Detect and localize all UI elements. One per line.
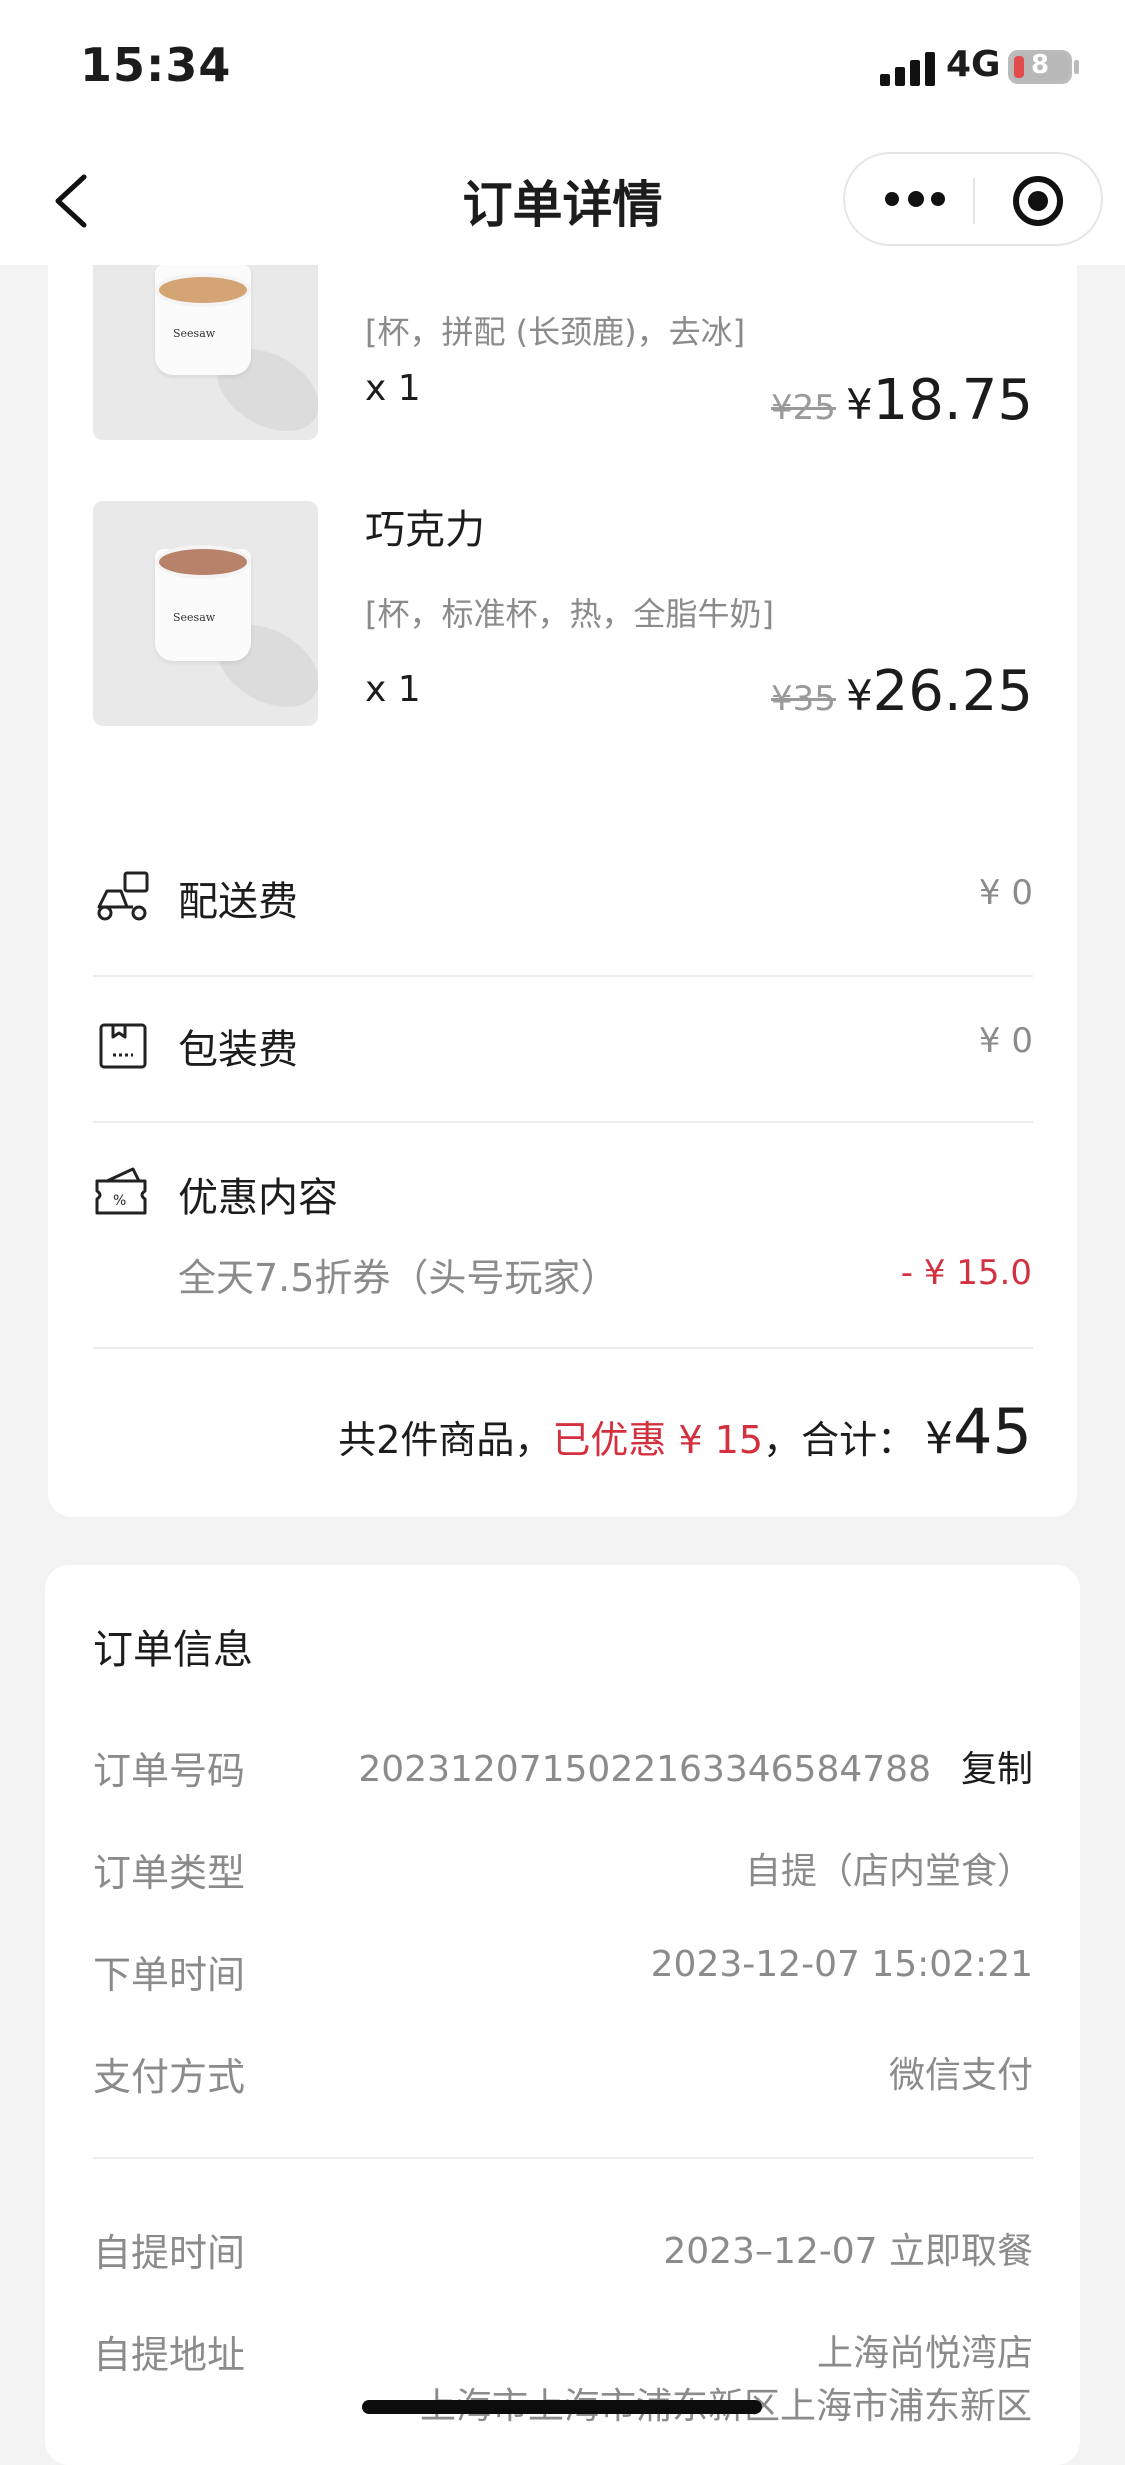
delivery-fee-label: 配送费 xyxy=(178,879,298,925)
product-spec: [杯，拼配 (长颈鹿)，去冰] xyxy=(365,313,746,351)
nav-bar: 订单详情 xyxy=(0,135,1125,265)
total-amount: 45 xyxy=(953,1395,1032,1468)
payment-method: 微信支付 xyxy=(888,2055,1033,2096)
copy-button[interactable]: 复制 xyxy=(961,1749,1033,1790)
product-name: 巧克力 xyxy=(365,507,485,553)
network-label: 4G xyxy=(946,44,1001,85)
more-icon[interactable] xyxy=(885,191,945,208)
section-title: 订单信息 xyxy=(93,1627,253,1673)
product-item: Seesaw [杯，拼配 (长颈鹿)，去冰] x 1 ¥25 ¥18.75 xyxy=(93,265,1033,490)
discount-description: 全天7.5折券（头号玩家） xyxy=(178,1256,619,1300)
packaging-fee-value: ¥ 0 xyxy=(978,1021,1033,1061)
home-indicator[interactable] xyxy=(362,2400,762,2414)
product-qty: x 1 xyxy=(365,669,421,710)
order-type-row: 订单类型 自提（店内堂食） xyxy=(93,1842,1033,1902)
delivery-fee-value: ¥ 0 xyxy=(978,873,1033,913)
product-price: ¥35 ¥26.25 xyxy=(771,659,1033,724)
product-price: ¥25 ¥18.75 xyxy=(771,368,1033,433)
order-type: 自提（店内堂食） xyxy=(744,1851,1033,1892)
pickup-time-row: 自提时间 2023–12-07 立即取餐 xyxy=(93,2222,1033,2282)
svg-text:%: % xyxy=(113,1193,126,1209)
order-info-card: 订单信息 订单号码 202312071502216334658478​8 复制 订… xyxy=(45,1565,1080,2465)
order-time: 2023-12-07 15:02:21 xyxy=(650,1944,1033,1985)
battery-tip xyxy=(1074,60,1079,74)
pickup-store: 上海尚悦湾店 xyxy=(816,2333,1033,2374)
order-items-card: Seesaw [杯，拼配 (长颈鹿)，去冰] x 1 ¥25 ¥18.75 See… xyxy=(48,265,1077,1517)
order-number: 202312071502216334658478​8 xyxy=(358,1749,931,1790)
battery-icon: 8 xyxy=(1008,50,1072,84)
order-total: 共2件商品，已优惠 ¥ 15，合计： ¥45 xyxy=(338,1395,1032,1468)
signal-icon xyxy=(880,52,936,86)
discount-amount: - ¥ 15.0 xyxy=(900,1253,1032,1293)
product-item: Seesaw 巧克力 [杯，标准杯，热，全脂牛奶] x 1 ¥35 ¥26.25 xyxy=(93,501,1033,726)
sale-price: 18.75 xyxy=(872,368,1033,433)
order-time-row: 下单时间 2023-12-07 15:02:21 xyxy=(93,1944,1033,1997)
status-time: 15:34 xyxy=(80,38,232,92)
delivery-scooter-icon xyxy=(97,871,149,921)
pickup-address-row: 自提地址 上海尚悦湾店 xyxy=(93,2324,1033,2384)
original-price: ¥25 xyxy=(771,388,836,428)
coupon-icon: % xyxy=(95,1167,147,1215)
miniapp-capsule xyxy=(843,152,1103,246)
sale-price: 26.25 xyxy=(872,659,1033,724)
payment-method-row: 支付方式 微信支付 xyxy=(93,2046,1033,2106)
original-price: ¥35 xyxy=(771,679,836,719)
status-bar: 15:34 4G 8 xyxy=(0,0,1125,135)
pickup-time: 2023–12-07 立即取餐 xyxy=(663,2231,1033,2272)
close-miniapp-icon[interactable] xyxy=(1013,176,1063,226)
product-image: Seesaw xyxy=(93,501,318,726)
product-spec: [杯，标准杯，热，全脂牛奶] xyxy=(365,595,774,633)
battery-level: 8 xyxy=(1030,50,1050,80)
package-bag-icon xyxy=(99,1023,147,1069)
packaging-fee-label: 包装费 xyxy=(178,1027,298,1073)
product-qty: x 1 xyxy=(365,368,421,409)
product-image: Seesaw xyxy=(93,265,318,440)
saved-amount: 已优惠 ¥ 15 xyxy=(552,1418,764,1462)
order-number-row: 订单号码 202312071502216334658478​8 复制 xyxy=(93,1749,1033,1793)
discount-label: 优惠内容 xyxy=(178,1175,338,1221)
